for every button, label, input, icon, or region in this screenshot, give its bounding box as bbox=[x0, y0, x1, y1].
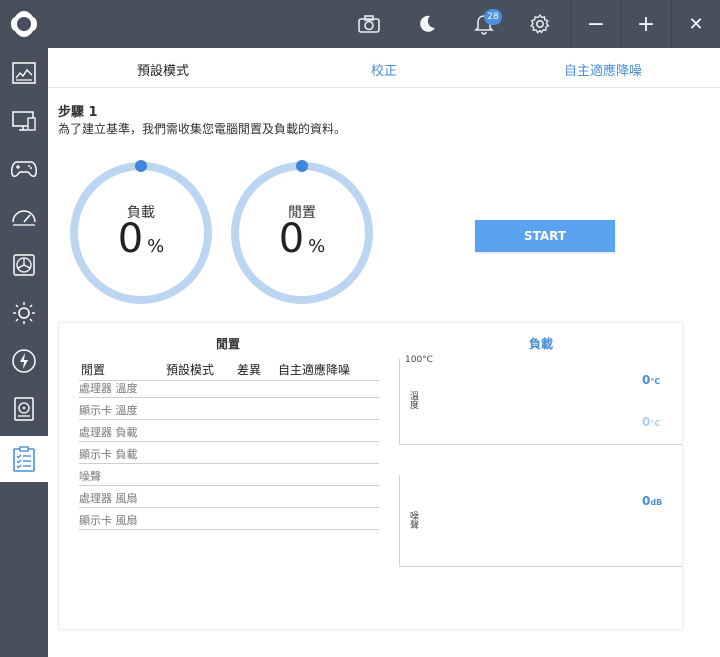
table-row: 顯示卡 溫度 bbox=[79, 398, 379, 420]
temperature-chart bbox=[399, 359, 682, 445]
chart-y-axis-label: 溫度 bbox=[408, 391, 418, 409]
chart-y-axis-label: 噪聲 bbox=[408, 511, 418, 529]
step-title: 步驟 1 bbox=[58, 105, 98, 120]
idle-section-title: 閒置 bbox=[216, 337, 241, 351]
table-row: 處理器 負載 bbox=[79, 420, 379, 442]
table-row: 噪聲 bbox=[79, 464, 379, 486]
camera-icon[interactable] bbox=[355, 10, 383, 38]
clipboard-checklist-icon bbox=[13, 446, 35, 472]
tab-calibration[interactable]: 校正 bbox=[371, 60, 397, 79]
table-row: 處理器 風扇 bbox=[79, 486, 379, 508]
load-section-title[interactable]: 負載 bbox=[529, 335, 553, 352]
step-description: 為了建立基準，我們需收集您電腦閒置及負載的資料。 bbox=[58, 122, 347, 136]
main-content: 預設模式 校正 自主適應降噪 步驟 1 為了建立基準，我們需收集您電腦閒置及負載… bbox=[48, 48, 720, 657]
maximize-button[interactable]: + bbox=[621, 0, 671, 48]
lightning-icon bbox=[12, 349, 36, 373]
sidebar bbox=[0, 48, 48, 657]
gear-icon[interactable] bbox=[526, 10, 554, 38]
tab-bar: 預設模式 校正 自主適應降噪 bbox=[48, 48, 720, 88]
gauge-value: 0% bbox=[117, 216, 165, 262]
noise-chart bbox=[399, 475, 682, 567]
logo-icon bbox=[8, 8, 40, 40]
sidebar-item-power[interactable] bbox=[0, 338, 48, 384]
chart-max-label: 100°C bbox=[405, 355, 433, 365]
sidebar-item-speedometer[interactable] bbox=[0, 194, 48, 240]
monitor-icon bbox=[12, 111, 36, 131]
sidebar-item-checklist[interactable] bbox=[0, 436, 48, 482]
start-button[interactable]: START bbox=[475, 220, 615, 252]
moon-icon[interactable] bbox=[413, 10, 441, 38]
tab-default-mode[interactable]: 預設模式 bbox=[137, 60, 189, 79]
idle-gauge: 閒置 0% bbox=[229, 160, 375, 306]
table-row: 處理器 溫度 bbox=[79, 376, 379, 398]
sidebar-item-monitor[interactable] bbox=[0, 98, 48, 144]
tab-adaptive-noise-reduction[interactable]: 自主適應降噪 bbox=[564, 60, 642, 79]
gpu-temperature-value: 0°C bbox=[642, 415, 661, 429]
gauge-value: 0% bbox=[278, 216, 326, 262]
table-row: 顯示卡 風扇 bbox=[79, 508, 379, 530]
results-panel: 閒置 負載 閒置 預設模式 差異 自主適應降噪 處理器 溫度 顯示卡 溫度 處理… bbox=[58, 322, 683, 630]
sidebar-item-gamepad[interactable] bbox=[0, 146, 48, 192]
sidebar-item-fan[interactable] bbox=[0, 242, 48, 288]
dashboard-icon bbox=[12, 62, 36, 84]
load-gauge: 負載 0% bbox=[68, 160, 214, 306]
speedometer-icon bbox=[12, 210, 36, 226]
sun-icon bbox=[13, 302, 35, 324]
noise-value: 0dB bbox=[642, 494, 663, 508]
minimize-button[interactable]: − bbox=[571, 0, 621, 48]
sidebar-item-storage[interactable] bbox=[0, 386, 48, 432]
fan-icon bbox=[13, 254, 35, 276]
notification-badge: 28 bbox=[484, 9, 502, 25]
gamepad-icon bbox=[11, 161, 37, 177]
cpu-temperature-value: 0°C bbox=[642, 373, 661, 387]
top-bar: 28 − + ✕ bbox=[0, 0, 720, 48]
sidebar-item-dashboard[interactable] bbox=[0, 50, 48, 96]
sidebar-item-brightness[interactable] bbox=[0, 290, 48, 336]
storage-icon bbox=[14, 397, 34, 421]
close-button[interactable]: ✕ bbox=[671, 0, 720, 48]
table-row: 顯示卡 負載 bbox=[79, 442, 379, 464]
